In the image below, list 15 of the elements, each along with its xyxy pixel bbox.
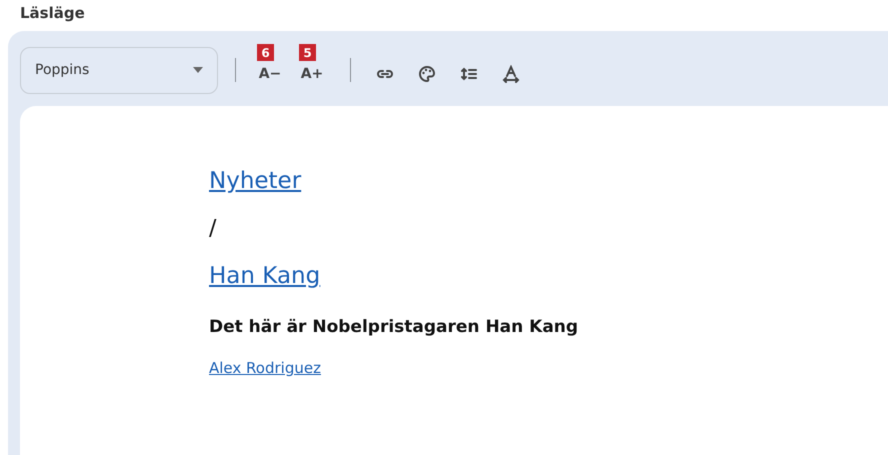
author-link[interactable]: Alex Rodriguez [209, 359, 321, 377]
decrease-font-button[interactable]: A− [249, 58, 291, 90]
callout-badge: 5 [299, 44, 316, 61]
heading-link[interactable]: Nyheter [209, 168, 302, 194]
separator-text: / [209, 216, 216, 241]
increase-font-button[interactable]: A+ [291, 58, 333, 90]
heading-link[interactable]: Han Kang [209, 263, 320, 289]
caret-icon [193, 67, 203, 73]
text-width-icon [502, 65, 520, 83]
page-title: Läsläge [19, 3, 85, 24]
subtitle-text: Det här är Nobelpristagaren Han Kang [209, 317, 578, 337]
callout-badge: 6 [257, 44, 274, 61]
line-spacing-icon [460, 65, 478, 83]
font-select[interactable]: Poppins [20, 46, 218, 94]
palette-icon [418, 65, 436, 83]
